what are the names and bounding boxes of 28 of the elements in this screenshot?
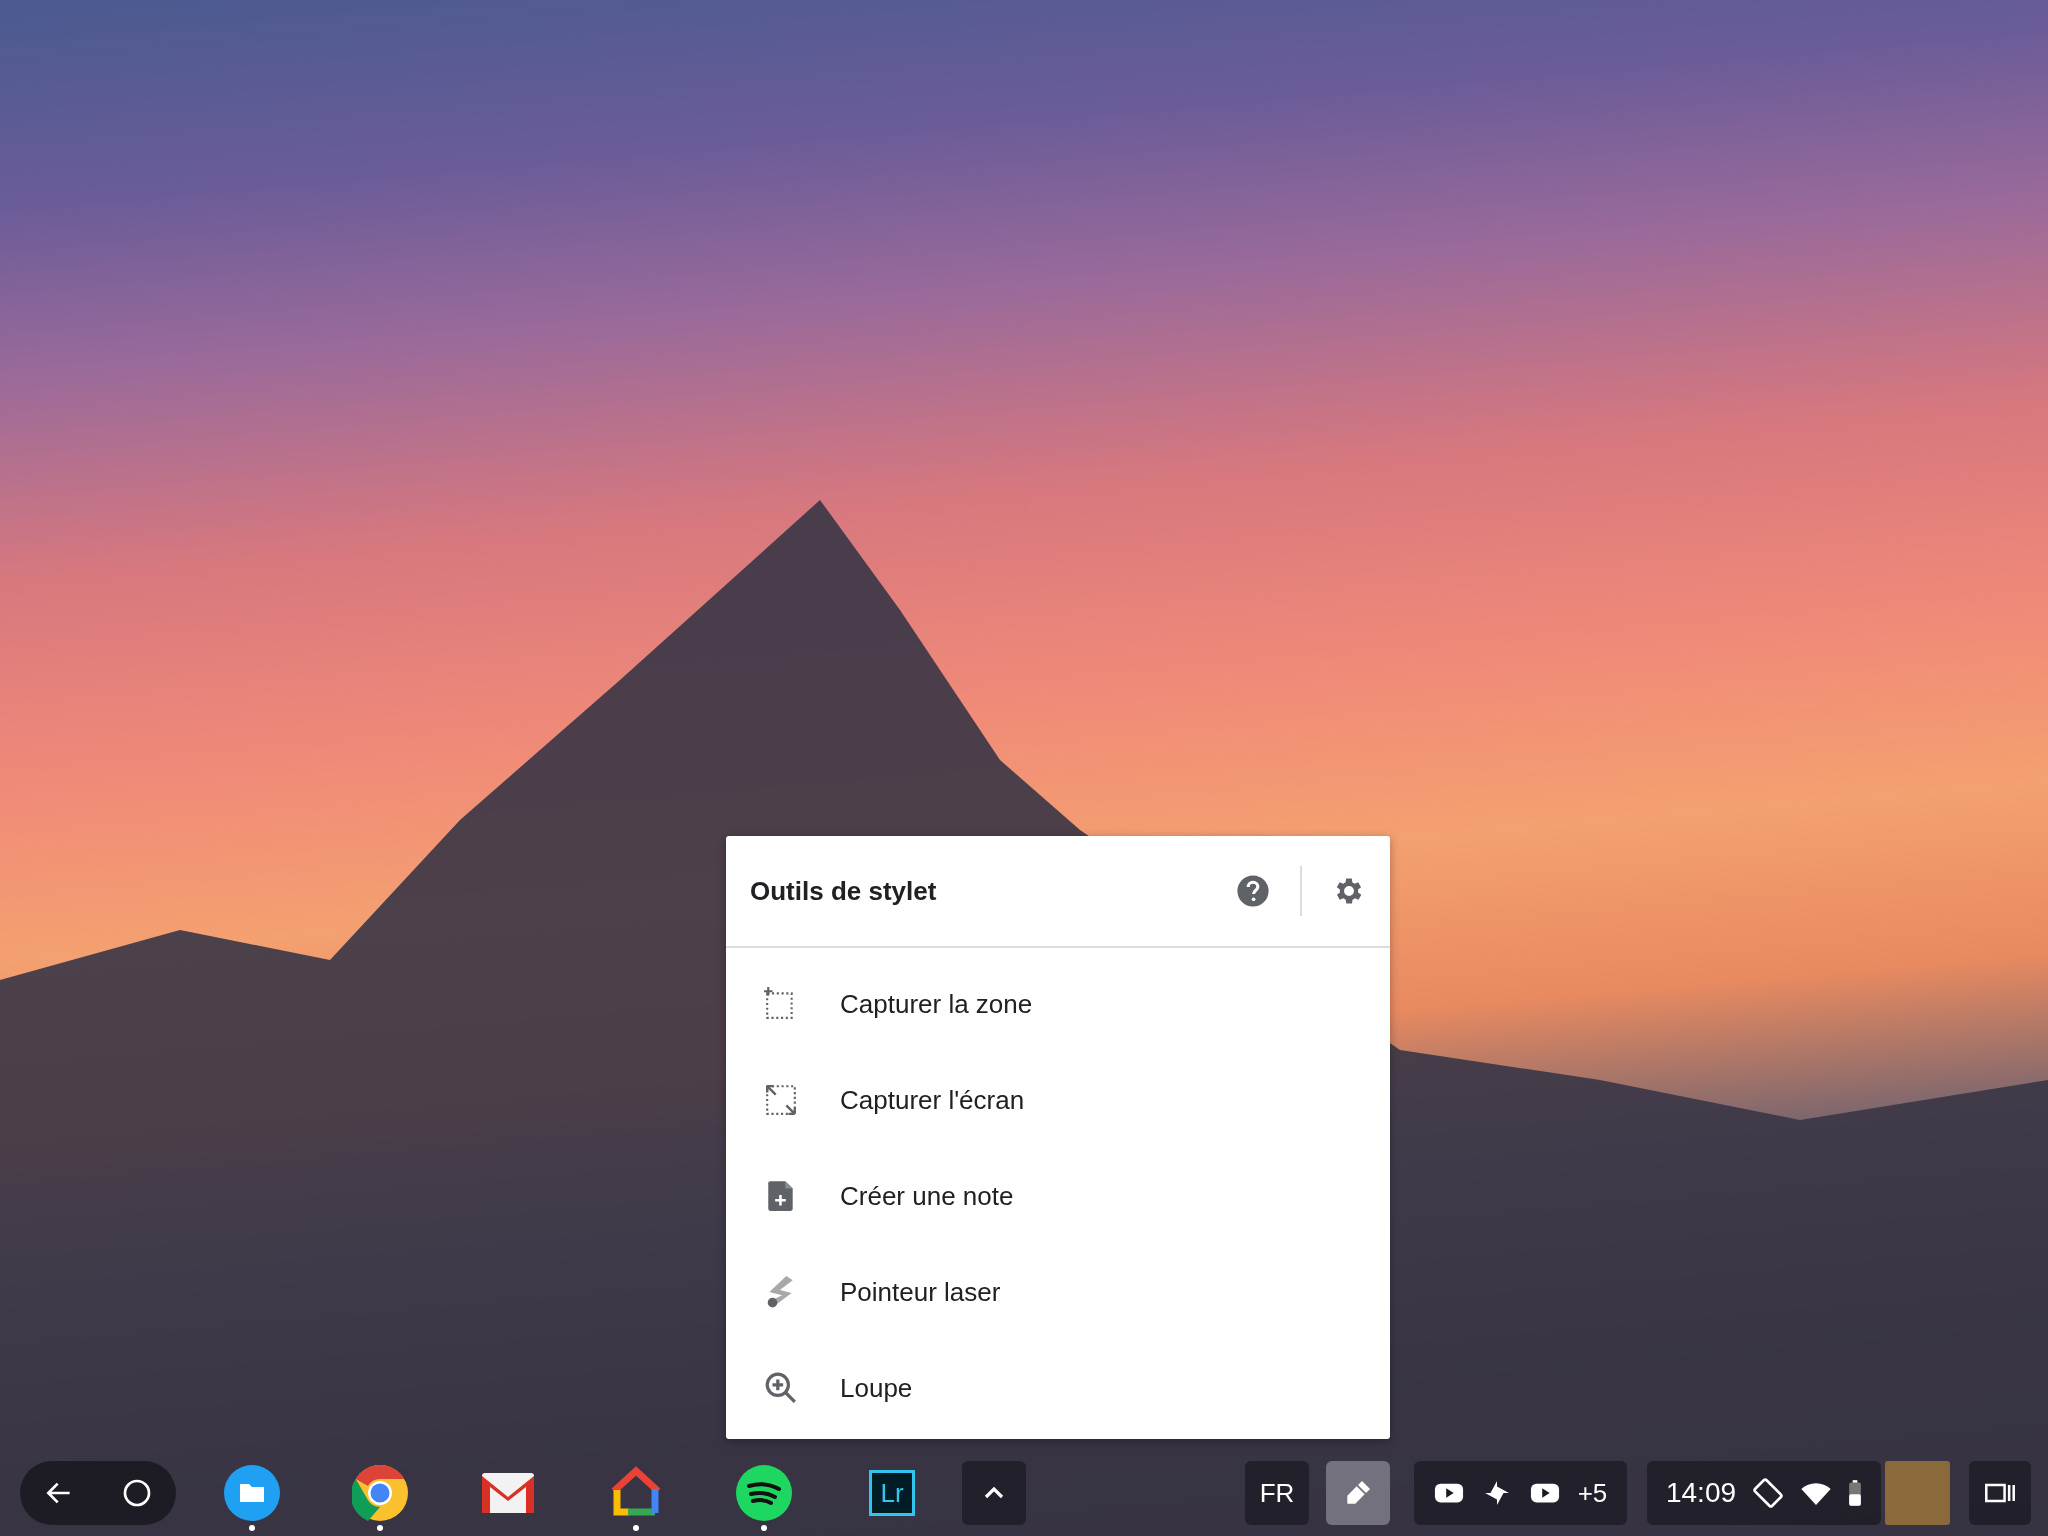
- language-button[interactable]: FR: [1245, 1461, 1309, 1525]
- music-app-icon[interactable]: [736, 1465, 792, 1521]
- menu-item[interactable]: Capturer l'écran: [726, 1052, 1390, 1148]
- menu-item[interactable]: Loupe: [726, 1340, 1390, 1436]
- running-indicator: [249, 1525, 255, 1531]
- running-indicator: [377, 1525, 383, 1531]
- notification-tray[interactable]: +5: [1414, 1461, 1627, 1525]
- browser-app-icon[interactable]: [352, 1465, 408, 1521]
- menu-item[interactable]: Créer une note: [726, 1148, 1390, 1244]
- help-icon[interactable]: [1236, 874, 1270, 908]
- folder-app-icon[interactable]: [224, 1465, 280, 1521]
- auto-rotate-icon: [1752, 1477, 1785, 1509]
- running-indicator: [761, 1525, 767, 1531]
- menu-title: Outils de stylet: [750, 875, 937, 907]
- zoom-in-icon: [764, 1371, 798, 1405]
- clock-time: 14:09: [1665, 1477, 1737, 1509]
- fullscreen-capture-icon: [764, 1083, 798, 1117]
- menu-item[interactable]: Pointeur laser: [726, 1244, 1390, 1340]
- running-indicator: [633, 1525, 639, 1531]
- status-area[interactable]: 14:09: [1647, 1461, 1881, 1525]
- notification-count: +5: [1577, 1477, 1608, 1509]
- battery-icon: [1848, 1479, 1863, 1507]
- stylus-button[interactable]: [1326, 1461, 1390, 1525]
- app-shortcut[interactable]: Lr: [864, 1455, 920, 1531]
- photo-editor-app-icon[interactable]: Lr: [869, 1470, 915, 1516]
- home-circle-icon[interactable]: [121, 1477, 153, 1509]
- menu-item[interactable]: Capturer la zone: [726, 956, 1390, 1052]
- overview-button[interactable]: [1969, 1461, 2031, 1525]
